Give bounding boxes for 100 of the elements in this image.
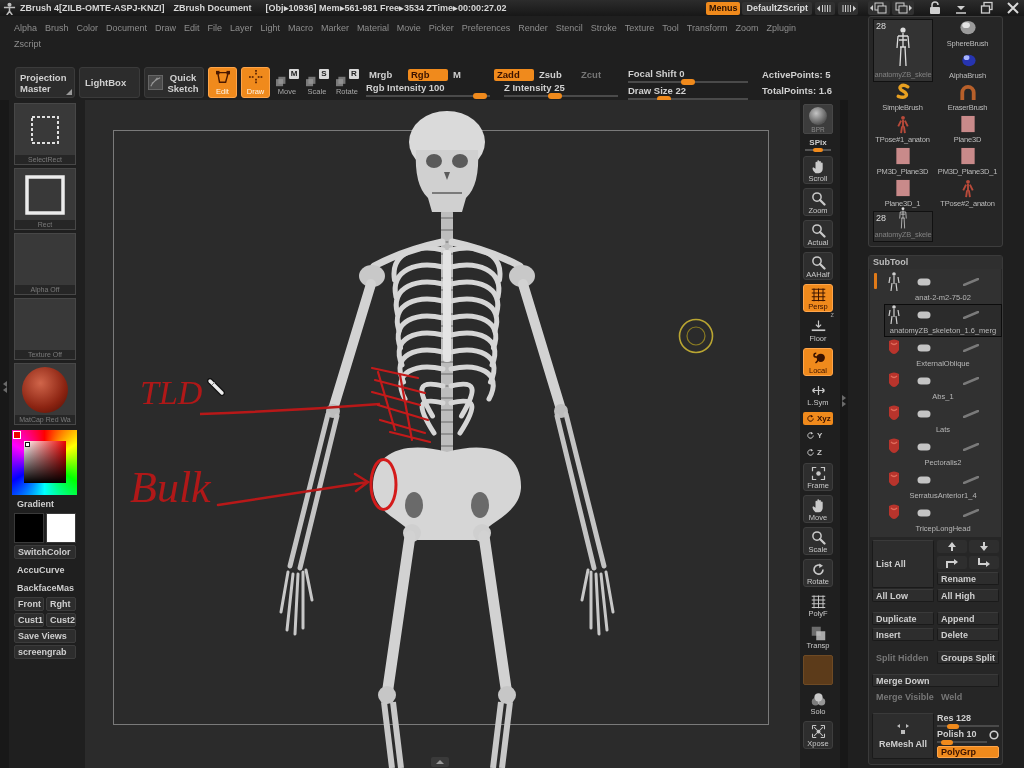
- subtool-button[interactable]: Append: [937, 612, 999, 625]
- menu-item[interactable]: File: [207, 23, 222, 33]
- menu-item[interactable]: Transform: [686, 23, 728, 33]
- magnifier-icon: [809, 223, 827, 238]
- shelf-button[interactable]: Rght: [46, 597, 76, 611]
- sketch-icon: [148, 75, 163, 90]
- menu-item[interactable]: Alpha: [14, 23, 38, 33]
- slider-thumb[interactable]: [813, 148, 823, 152]
- subtool-button[interactable]: Groups Split: [937, 651, 999, 664]
- menu-item[interactable]: Tool: [662, 23, 679, 33]
- color-swatch[interactable]: [14, 513, 44, 543]
- menu-item[interactable]: Picker: [428, 23, 454, 33]
- tray-handle-icon[interactable]: [1, 378, 8, 394]
- handwritten-note: TLD: [140, 376, 203, 410]
- visibility-toggle-icon[interactable]: [917, 509, 931, 517]
- sculpt-mode-toggle[interactable]: Zadd: [494, 68, 534, 81]
- menu-item[interactable]: Color: [76, 23, 98, 33]
- brush-stroke-icon[interactable]: [963, 443, 979, 451]
- slider-thumb[interactable]: [473, 93, 488, 99]
- script-button[interactable]: DefaultZScript: [742, 1, 812, 15]
- menu-item[interactable]: Light: [260, 23, 280, 33]
- tile-button[interactable]: [803, 655, 833, 685]
- gradient-switch[interactable]: Gradient: [14, 497, 76, 511]
- subtool-button[interactable]: Insert: [872, 628, 934, 641]
- brush-stroke-icon[interactable]: [963, 476, 979, 484]
- axis-button[interactable]: Xyz: [803, 412, 833, 425]
- shelf-button[interactable]: screengrab: [14, 645, 76, 659]
- menu-item[interactable]: Render: [518, 23, 548, 33]
- menu-item[interactable]: Document: [105, 23, 147, 33]
- polygroup-toggle[interactable]: PolyGrp: [937, 746, 999, 758]
- rename-button[interactable]: Rename: [937, 572, 999, 585]
- brush-stroke-icon[interactable]: [963, 278, 979, 286]
- brush-stroke-icon[interactable]: [963, 410, 979, 418]
- menu-item[interactable]: Macro: [287, 23, 313, 33]
- color-mode-toggle[interactable]: M: [450, 68, 490, 81]
- color-mode-toggle[interactable]: Mrgb: [366, 68, 406, 81]
- color-picker[interactable]: [12, 430, 77, 495]
- axis-button[interactable]: Y: [803, 429, 833, 442]
- menu-item[interactable]: Stroke: [590, 23, 617, 33]
- shelf-button[interactable]: SwitchColor: [14, 545, 76, 559]
- sculpt-mode-toggle[interactable]: Zsub: [536, 68, 576, 81]
- menu-item[interactable]: Material: [356, 23, 389, 33]
- shelf-button[interactable]: Save Views: [14, 629, 76, 643]
- arrow-bars-icon[interactable]: [838, 1, 858, 15]
- brush-stroke-icon[interactable]: [963, 344, 979, 352]
- lock-icon[interactable]: [928, 1, 942, 15]
- switch-button[interactable]: AccuCurve: [14, 563, 76, 577]
- figure-logo-icon: [3, 1, 16, 15]
- menu-item[interactable]: Marker: [320, 23, 349, 33]
- brush-stroke-icon[interactable]: [963, 377, 979, 385]
- color-swatch[interactable]: [46, 513, 76, 543]
- arrow-bars-icon[interactable]: [815, 1, 835, 15]
- subtool-button[interactable]: Delete: [937, 628, 999, 641]
- brush-stroke-icon[interactable]: [963, 509, 979, 517]
- quick-sketch-button[interactable]: Quick Sketch: [144, 67, 204, 98]
- subtool-button[interactable]: All High: [937, 589, 999, 602]
- menu-item[interactable]: Texture: [624, 23, 655, 33]
- axis-button[interactable]: Z: [803, 446, 833, 459]
- slider-label: Res 128: [937, 713, 973, 723]
- switch-button[interactable]: BackfaceMas: [14, 581, 76, 595]
- visibility-toggle-icon[interactable]: [917, 377, 931, 385]
- document-title: ZBrush Document: [173, 3, 252, 13]
- menu-item[interactable]: Stencil: [555, 23, 583, 33]
- slider-thumb[interactable]: [946, 723, 959, 729]
- shelf-button[interactable]: Front: [14, 597, 44, 611]
- brush-stroke-icon[interactable]: [963, 311, 979, 319]
- menu-item[interactable]: Edit: [183, 23, 200, 33]
- shelf-button[interactable]: LightBox: [79, 67, 140, 98]
- subtool-button[interactable]: Merge Down: [872, 674, 999, 687]
- menu-item[interactable]: Movie: [396, 23, 421, 33]
- circle-toggle-icon[interactable]: [989, 730, 999, 740]
- visibility-toggle-icon[interactable]: [917, 410, 931, 418]
- list-all-button[interactable]: List All: [872, 540, 934, 588]
- close-icon[interactable]: [1006, 1, 1020, 15]
- tray-handle-icon[interactable]: [841, 392, 847, 408]
- shelf-button[interactable]: Projection Master: [15, 67, 75, 98]
- visibility-toggle-icon[interactable]: [917, 476, 931, 484]
- restore-icon[interactable]: [980, 1, 994, 15]
- color-mode-toggle[interactable]: Rgb: [408, 68, 448, 81]
- menu-item[interactable]: Zoom: [735, 23, 759, 33]
- slider-thumb[interactable]: [548, 93, 563, 99]
- visibility-toggle-icon[interactable]: [917, 443, 931, 451]
- slider-thumb[interactable]: [941, 739, 953, 745]
- menu-item[interactable]: Brush: [45, 23, 69, 33]
- menu-item[interactable]: Zplugin: [766, 23, 796, 33]
- visibility-toggle-icon[interactable]: [917, 311, 931, 319]
- visibility-toggle-icon[interactable]: [917, 278, 931, 286]
- menu-item[interactable]: Layer: [229, 23, 253, 33]
- menu-item[interactable]: Zscript: [14, 39, 41, 49]
- menu-item[interactable]: Preferences: [461, 23, 511, 33]
- menus-button[interactable]: Menus: [705, 1, 741, 15]
- remesh-all-button[interactable]: ReMesh All: [872, 713, 934, 759]
- shelf-button[interactable]: Cust1: [14, 613, 44, 627]
- subtool-button[interactable]: Duplicate: [872, 612, 934, 625]
- collapse-tab-icon[interactable]: [431, 757, 449, 767]
- subtool-button[interactable]: All Low: [872, 589, 934, 602]
- shelf-button[interactable]: Cust2: [46, 613, 76, 627]
- visibility-toggle-icon[interactable]: [917, 344, 931, 352]
- menu-item[interactable]: Draw: [154, 23, 176, 33]
- slider-thumb[interactable]: [681, 79, 695, 85]
